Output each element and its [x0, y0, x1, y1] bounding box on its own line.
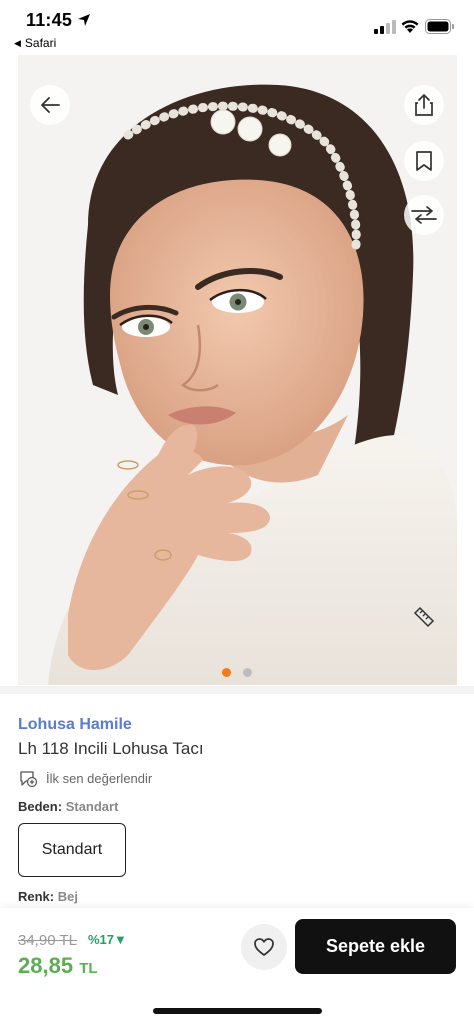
swap-arrows-icon	[411, 206, 437, 224]
review-prompt[interactable]: İlk sen değerlendir	[18, 768, 152, 788]
home-indicator[interactable]	[153, 1008, 322, 1014]
status-time: 11:45	[26, 10, 73, 30]
section-divider	[0, 686, 474, 694]
wifi-icon	[401, 20, 419, 33]
brand-name[interactable]: Lohusa Hamile	[18, 716, 132, 734]
battery-icon	[425, 19, 454, 34]
cellular-signal-icon	[374, 20, 396, 34]
size-option-label: Standart	[41, 841, 103, 858]
pagination-dot[interactable]	[243, 668, 252, 677]
status-bar: 11:45 ◀ Safari	[0, 0, 474, 54]
product-gallery[interactable]	[18, 55, 457, 685]
share-button[interactable]	[404, 85, 444, 125]
product-photo	[18, 55, 457, 685]
pagination-dot-active[interactable]	[222, 668, 231, 677]
back-to-safari[interactable]: ◀ Safari	[14, 36, 56, 50]
add-to-cart-button[interactable]: Sepete ekle	[295, 919, 456, 974]
back-app-label: Safari	[24, 36, 57, 50]
back-triangle-icon: ◀	[14, 37, 21, 48]
size-label: Beden: Standart	[18, 799, 118, 814]
price-amount: 28,85	[18, 953, 74, 978]
size-guide-button[interactable]	[404, 597, 444, 637]
current-price: 28,85 TL	[18, 953, 98, 979]
product-name: Lh 118 Incili Lohusa Tacı	[18, 739, 204, 758]
discount-badge: %17▼	[88, 932, 127, 947]
size-option-standart[interactable]: Standart	[18, 823, 126, 877]
color-label-value: Bej	[57, 889, 78, 904]
arrow-left-icon	[41, 97, 60, 113]
color-label: Renk: Bej	[18, 889, 78, 904]
back-button[interactable]	[30, 85, 70, 125]
size-label-title: Beden:	[18, 799, 63, 814]
old-price: 34,90 TL	[18, 932, 77, 949]
price-currency: TL	[79, 960, 98, 977]
location-arrow-icon	[78, 14, 90, 26]
review-bubble-icon	[20, 771, 38, 788]
heart-icon	[254, 938, 274, 956]
ruler-icon	[413, 606, 435, 628]
favorite-button[interactable]	[241, 924, 287, 970]
bottom-action-bar: 34,90 TL %17▼ 28,85 TL Sepete ekle	[0, 908, 474, 1024]
bookmark-icon	[416, 151, 432, 171]
color-label-title: Renk:	[18, 889, 55, 904]
compare-button[interactable]	[404, 195, 444, 235]
review-prompt-label: İlk sen değerlendir	[46, 770, 153, 786]
save-collection-button[interactable]	[404, 141, 444, 181]
gallery-pagination	[0, 668, 474, 677]
size-label-value: Standart	[65, 799, 119, 814]
share-icon	[415, 94, 433, 116]
